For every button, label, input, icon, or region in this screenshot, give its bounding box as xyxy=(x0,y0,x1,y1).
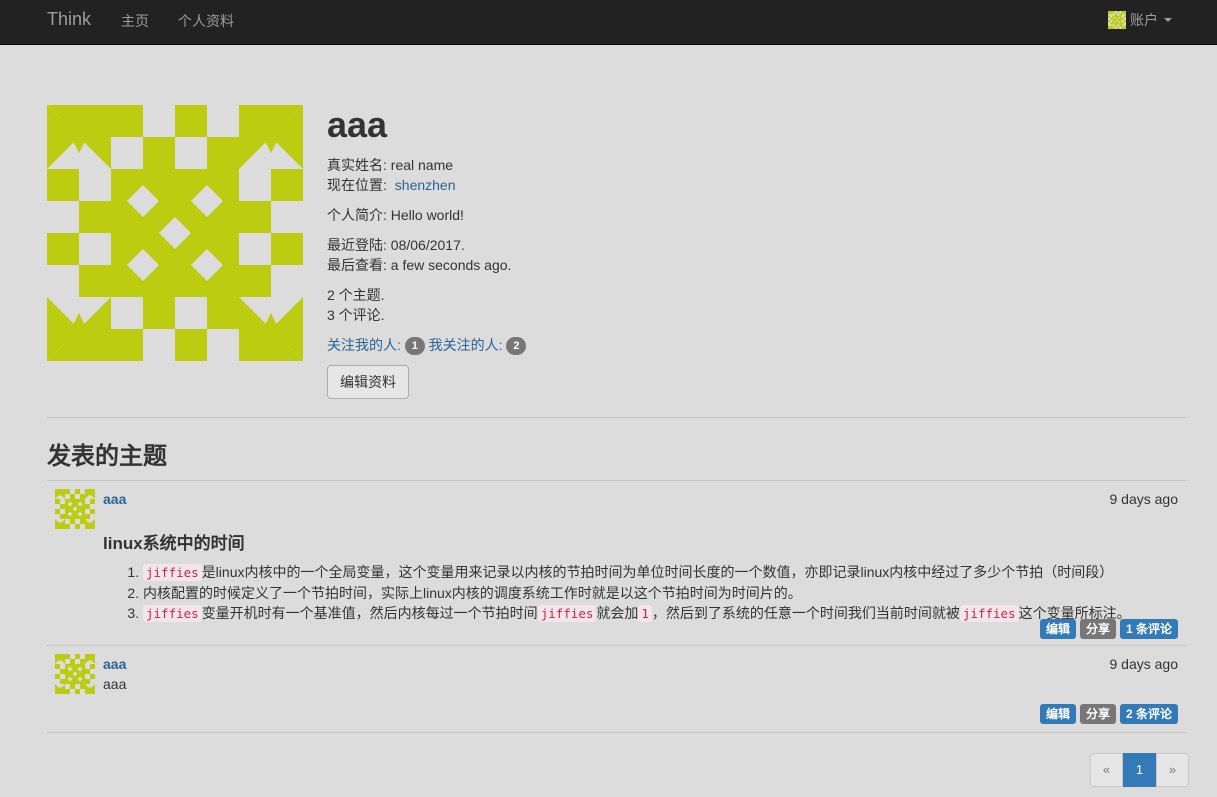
account-avatar xyxy=(1108,11,1126,29)
edit-profile-button[interactable]: 编辑资料 xyxy=(327,365,409,400)
comments-button[interactable]: 2 条评论 xyxy=(1119,704,1178,724)
top-navbar: Think 主页 个人资料 账户 xyxy=(0,0,1217,45)
list-item: 内核配置的时候定义了一个节拍时间，实际上linux内核的调度系统工作时就是以这个… xyxy=(143,583,1183,603)
list-item: jiffies是linux内核中的一个全局变量，这个变量用来记录以内核的节拍时间… xyxy=(143,562,1183,583)
nav-home-link[interactable]: 主页 xyxy=(121,11,149,31)
pagination-page-1[interactable]: 1 xyxy=(1123,753,1156,787)
post-actions: 编辑 分享 2 条评论 xyxy=(1039,704,1178,724)
post-body: aaa xyxy=(103,676,127,692)
last-login-value: 08/06/2017. xyxy=(390,237,465,253)
list-item-text: 内核配置的时候定义了一个节拍时间，实际上linux内核的调度系统工作时就是以这个… xyxy=(143,585,802,601)
caret-down-icon xyxy=(1164,18,1172,22)
last-seen-label: 最后查看: xyxy=(327,257,387,273)
post-list: jiffies是linux内核中的一个全局变量，这个变量用来记录以内核的节拍时间… xyxy=(103,562,1183,624)
divider xyxy=(47,417,1186,418)
edit-post-button[interactable]: 编辑 xyxy=(1039,619,1076,639)
last-login-row: 最近登陆: 08/06/2017. xyxy=(327,235,727,255)
post-author-link[interactable]: aaa xyxy=(103,491,126,507)
post-body: linux系统中的时间 jiffies是linux内核中的一个全局变量，这个变量… xyxy=(103,529,1183,624)
inline-code: jiffies xyxy=(143,564,202,581)
post-time: 9 days ago xyxy=(1109,491,1179,507)
location-label: 现在位置: xyxy=(327,177,387,193)
list-item-text: 变量开机时有一个基准值，然后内核每过一个节拍时间 xyxy=(201,605,538,621)
section-title: 发表的主题 xyxy=(47,443,167,470)
post-author-link[interactable]: aaa xyxy=(103,656,126,672)
edit-post-button[interactable]: 编辑 xyxy=(1039,704,1076,724)
bio-row: 个人简介: Hello world! xyxy=(327,205,727,225)
followers-link[interactable]: 关注我的人: 1 xyxy=(327,337,429,356)
bio-label: 个人简介: xyxy=(327,207,387,223)
list-item-text: 就会加 xyxy=(596,605,639,621)
location-link[interactable]: shenzhen xyxy=(395,177,456,193)
inline-code: jiffies xyxy=(537,605,597,622)
post-author-avatar[interactable] xyxy=(55,489,95,529)
pagination-prev-button[interactable]: « xyxy=(1090,753,1123,787)
post-item: aaa 9 days ago aaa 编辑 分享 2 条评论 xyxy=(47,645,1186,733)
pagination: « 1 » xyxy=(1090,753,1189,787)
post-time: 9 days ago xyxy=(1109,656,1179,672)
share-post-button[interactable]: 分享 xyxy=(1079,619,1116,639)
comments-button[interactable]: 1 条评论 xyxy=(1119,619,1178,639)
share-post-button[interactable]: 分享 xyxy=(1079,704,1116,724)
inline-code: jiffies xyxy=(959,605,1019,622)
follow-row: 关注我的人: 1 我关注的人: 2 xyxy=(327,335,727,356)
brand-link[interactable]: Think xyxy=(47,9,91,30)
following-label: 我关注的人: xyxy=(428,337,503,353)
real-name-label: 真实姓名: xyxy=(327,157,387,173)
list-item: jiffies变量开机时有一个基准值，然后内核每过一个节拍时间jiffies就会… xyxy=(143,603,1183,624)
list-item-text: ，然后到了系统的任意一个时间我们当前时间就被 xyxy=(651,605,960,621)
inline-code: jiffies xyxy=(143,605,202,622)
account-label: 账户 xyxy=(1130,12,1158,28)
nav-profile-link[interactable]: 个人资料 xyxy=(178,11,234,31)
last-seen-row: 最后查看: a few seconds ago. xyxy=(327,255,727,275)
bio-value: Hello world! xyxy=(390,207,464,223)
post-author-avatar[interactable] xyxy=(55,654,95,694)
real-name-value: real name xyxy=(390,157,454,173)
location-row: 现在位置: shenzhen xyxy=(327,175,727,195)
post-heading: linux系统中的时间 xyxy=(103,534,245,553)
following-badge: 2 xyxy=(506,337,527,356)
last-login-label: 最近登陆: xyxy=(327,237,387,253)
pagination-next-button[interactable]: » xyxy=(1156,753,1189,787)
divider xyxy=(47,732,1186,733)
profile-info: aaa 真实姓名: real name 现在位置: shenzhen 个人简介:… xyxy=(327,104,727,400)
last-seen-value: a few seconds ago. xyxy=(390,257,512,273)
topics-count: 2 个主题. xyxy=(327,287,385,303)
list-item-text: 是linux内核中的一个全局变量，这个变量用来记录以内核的节拍时间为单位时间长度… xyxy=(201,564,1114,580)
comments-count: 3 个评论. xyxy=(327,307,385,323)
real-name-row: 真实姓名: real name xyxy=(327,155,727,175)
account-dropdown[interactable]: 账户 xyxy=(1108,10,1172,30)
followers-label: 关注我的人: xyxy=(327,337,401,353)
inline-code: 1 xyxy=(638,605,652,622)
following-link[interactable]: 我关注的人: 2 xyxy=(428,337,527,356)
post-actions: 编辑 分享 1 条评论 xyxy=(1039,619,1178,639)
profile-username: aaa xyxy=(327,104,388,145)
post-item: aaa 9 days ago linux系统中的时间 jiffies是linux… xyxy=(47,480,1186,646)
followers-badge: 1 xyxy=(404,337,425,356)
profile-avatar xyxy=(47,105,303,361)
